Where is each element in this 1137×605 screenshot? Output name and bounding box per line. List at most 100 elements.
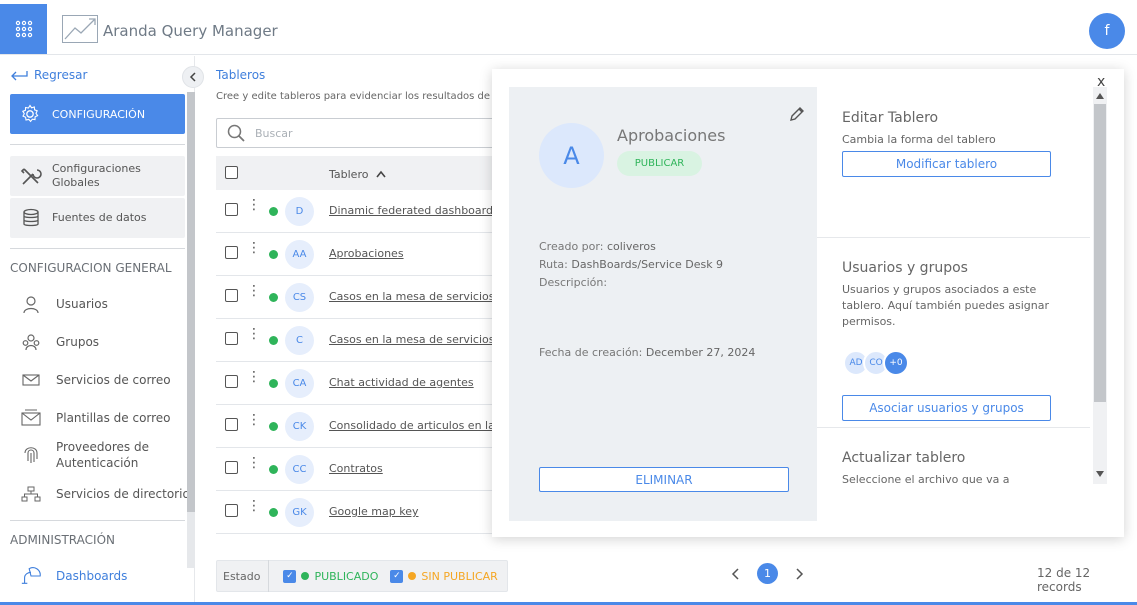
user-avatar[interactable]: f (1089, 13, 1125, 49)
row-checkbox[interactable] (225, 246, 238, 259)
chevron-right-icon[interactable] (794, 567, 804, 580)
row-checkbox[interactable] (225, 289, 238, 302)
close-button[interactable]: x (1097, 74, 1105, 90)
table-row[interactable]: ⋮ AA Aprobaciones (216, 233, 501, 276)
status-badge[interactable]: PUBLICAR (617, 151, 702, 176)
row-initials: C (285, 326, 314, 355)
records-count: 12 de 12 records (1037, 566, 1091, 594)
sidebar-item-label: CONFIGURACIÓN (52, 107, 146, 121)
update-section-title: Actualizar tablero (842, 450, 966, 466)
unpublished-dot (408, 572, 417, 580)
scroll-down-icon[interactable] (1096, 471, 1104, 477)
more-options-icon[interactable]: ⋮ (247, 370, 261, 384)
sidebar-item-dashboards[interactable]: Dashboards (20, 565, 127, 587)
state-filter-bar: Estado ✓ PUBLICADO ✓ SIN PUBLICAR (216, 560, 508, 592)
sort-asc-icon (376, 170, 386, 178)
column-header-label: Tablero (329, 168, 369, 181)
row-initials: D (285, 197, 314, 226)
table-row[interactable]: ⋮ CA Chat actividad de agentes (216, 362, 501, 405)
more-options-icon[interactable]: ⋮ (247, 241, 261, 255)
edit-pencil-icon[interactable] (789, 106, 805, 122)
back-link[interactable]: Regresar (10, 68, 87, 82)
more-options-icon[interactable]: ⋮ (247, 499, 261, 513)
section-administracion: ADMINISTRACIÓN (10, 533, 115, 547)
sidebar-scroll-thumb[interactable] (187, 92, 195, 512)
table-row[interactable]: ⋮ D Dinamic federated dashboard (216, 190, 501, 233)
row-name-link[interactable]: Aprobaciones (329, 247, 499, 260)
sidebar-item-plantillas-de-correo[interactable]: Plantillas de correo (20, 407, 171, 429)
status-dot (269, 336, 278, 345)
created-date-key: Fecha de creación: (539, 346, 643, 359)
row-name-link[interactable]: Dinamic federated dashboard (329, 204, 499, 217)
sidebar-item-configuraciones-globales[interactable]: Configuraciones Globales (10, 156, 185, 196)
sidebar-item-label: Plantillas de correo (56, 411, 171, 425)
user-icon (23, 296, 39, 314)
row-name-link[interactable]: Google map key (329, 505, 499, 518)
status-dot (269, 508, 278, 517)
sidebar-item-fuentes-de-datos[interactable]: Fuentes de datos (10, 198, 185, 238)
users-section-title: Usuarios y grupos (842, 260, 968, 276)
directory-icon (21, 486, 41, 502)
sidebar-item-servicios-de-directorio[interactable]: Servicios de directorio (20, 483, 190, 505)
status-dot (269, 293, 278, 302)
status-dot (269, 379, 278, 388)
state-label: Estado (223, 569, 261, 583)
table-row[interactable]: ⋮ GK Google map key (216, 491, 501, 534)
row-name-link[interactable]: Chat actividad de agentes (329, 376, 499, 389)
row-checkbox[interactable] (225, 461, 238, 474)
sidebar-item-configuracion[interactable]: CONFIGURACIÓN (10, 94, 185, 134)
route-value: DashBoards/Service Desk 9 (571, 258, 724, 271)
fingerprint-icon (24, 447, 38, 463)
sidebar-item-proveedores-autenticacion[interactable]: Proveedores de Autenticación (20, 439, 156, 471)
created-by: Creado por: coliveros (539, 240, 656, 253)
check-icon: ✓ (283, 569, 297, 583)
row-name-link[interactable]: Consolidado de articulos en la K (329, 419, 499, 432)
more-options-icon[interactable]: ⋮ (247, 198, 261, 212)
row-name-link[interactable]: Casos en la mesa de servicios (329, 290, 499, 303)
sidebar-item-label: Servicios de correo (56, 373, 171, 387)
more-avatars-chip[interactable]: +0 (883, 350, 909, 376)
table-row[interactable]: ⋮ CK Consolidado de articulos en la K (216, 405, 501, 448)
delete-button[interactable]: ELIMINAR (539, 467, 789, 492)
more-options-icon[interactable]: ⋮ (247, 327, 261, 341)
more-options-icon[interactable]: ⋮ (247, 284, 261, 298)
row-name-link[interactable]: Casos en la mesa de servicios S (329, 333, 499, 346)
filter-unpublished[interactable]: ✓ SIN PUBLICAR (390, 569, 498, 583)
row-checkbox[interactable] (225, 203, 238, 216)
unpublished-label: SIN PUBLICAR (421, 569, 498, 583)
row-checkbox[interactable] (225, 375, 238, 388)
description: Descripción: (539, 276, 607, 289)
route-key: Ruta: (539, 258, 568, 271)
sidebar-item-grupos[interactable]: Grupos (20, 331, 99, 353)
apps-grid-button[interactable] (0, 4, 47, 54)
sidebar-item-usuarios[interactable]: Usuarios (20, 293, 108, 315)
row-initials: CS (285, 283, 314, 312)
search-input[interactable]: Buscar (216, 118, 501, 148)
scroll-up-icon[interactable] (1096, 93, 1104, 99)
filter-published[interactable]: ✓ PUBLICADO (283, 569, 378, 583)
select-all-checkbox[interactable] (225, 166, 238, 179)
sidebar-item-label: Dashboards (56, 569, 128, 583)
modify-dashboard-button[interactable]: Modificar tablero (842, 151, 1051, 177)
table-row[interactable]: ⋮ CS Casos en la mesa de servicios (216, 276, 501, 319)
page-number[interactable]: 1 (757, 563, 778, 584)
modal-scroll-thumb[interactable] (1094, 104, 1106, 402)
row-name-link[interactable]: Contratos (329, 462, 499, 475)
collapse-sidebar-button[interactable] (182, 66, 204, 88)
table-row[interactable]: ⋮ C Casos en la mesa de servicios S (216, 319, 501, 362)
divider (10, 520, 185, 521)
associate-users-button[interactable]: Asociar usuarios y grupos (842, 395, 1051, 421)
status-dot (269, 250, 278, 259)
more-options-icon[interactable]: ⋮ (247, 456, 261, 470)
row-checkbox[interactable] (225, 332, 238, 345)
table-row[interactable]: ⋮ CC Contratos (216, 448, 501, 491)
column-header-tablero[interactable]: Tablero (329, 168, 386, 181)
dashboard-title: Aprobaciones (617, 126, 726, 145)
more-options-icon[interactable]: ⋮ (247, 413, 261, 427)
row-initials: CK (285, 412, 314, 441)
sidebar-item-servicios-de-correo[interactable]: Servicios de correo (20, 369, 171, 391)
row-checkbox[interactable] (225, 418, 238, 431)
apps-grid-icon (15, 20, 32, 38)
chevron-left-icon[interactable] (731, 567, 741, 580)
row-checkbox[interactable] (225, 504, 238, 517)
